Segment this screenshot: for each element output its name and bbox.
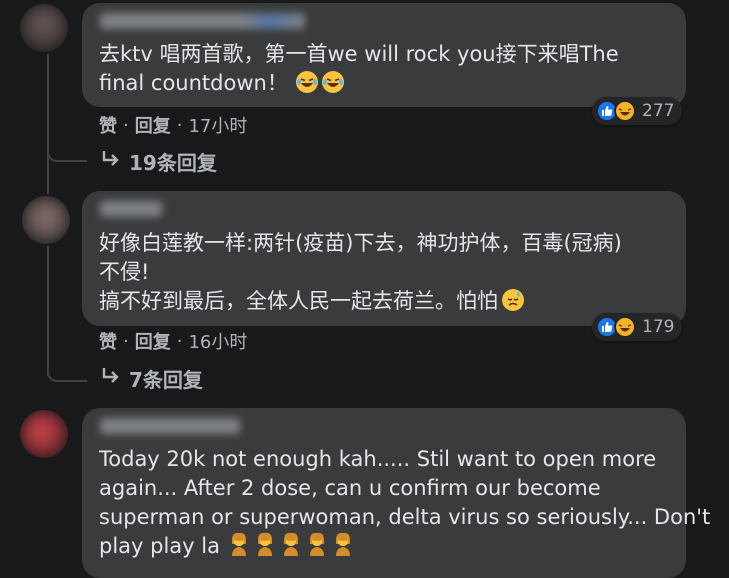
reaction-count: 179 (642, 317, 675, 337)
comment-text: 去ktv 唱两首歌，第一首we will rock you接下来唱The fin… (99, 42, 619, 95)
separator-dot: · (176, 330, 183, 352)
avatar[interactable] (20, 4, 68, 52)
laughing-crying-emoji-icon (321, 71, 344, 93)
sweat-face-emoji-icon (502, 289, 524, 311)
facepalm-woman-emoji-icon (228, 532, 250, 556)
comment-actions: 赞 · 回复 · 16小时 (99, 328, 247, 354)
reaction-summary[interactable]: 179 (592, 313, 683, 341)
comment-bubble: 好像白莲教一样:两针(疫苗)下去，神功护体，百毒(冠病) 不侵! 搞不好到最后，… (82, 191, 686, 326)
like-button[interactable]: 赞 (99, 328, 117, 354)
avatar[interactable] (22, 196, 70, 244)
reaction-count: 277 (642, 101, 675, 121)
separator-dot: · (123, 114, 129, 136)
commenter-name-redacted[interactable] (100, 201, 162, 217)
reply-arrow-icon (101, 366, 121, 391)
separator-dot: · (123, 330, 129, 352)
thread-line (47, 54, 49, 194)
replies-count: 19条回复 (129, 151, 217, 175)
thread-branch (47, 140, 87, 162)
thread-branch (47, 360, 87, 382)
avatar[interactable] (20, 410, 68, 458)
commenter-name-redacted[interactable] (100, 418, 240, 434)
view-replies-button[interactable]: 19条回复 (101, 147, 217, 176)
timestamp[interactable]: 17小时 (188, 112, 247, 138)
commenter-name-redacted[interactable] (100, 13, 305, 29)
comment-bubble: 去ktv 唱两首歌，第一首we will rock you接下来唱The fin… (82, 3, 686, 107)
comment-text: Today 20k not enough kah..... Stil want … (99, 447, 711, 558)
facepalm-woman-emoji-icon (280, 532, 302, 556)
facepalm-woman-emoji-icon (254, 532, 276, 556)
comment-actions: 赞 · 回复 · 17小时 (99, 112, 247, 138)
thread-line (47, 246, 49, 376)
like-button[interactable]: 赞 (99, 112, 117, 138)
reply-button[interactable]: 回复 (135, 328, 171, 354)
comment-text: 好像白莲教一样:两针(疫苗)下去，神功护体，百毒(冠病) 不侵! 搞不好到最后，… (99, 231, 622, 313)
replies-count: 7条回复 (129, 368, 203, 392)
reply-button[interactable]: 回复 (135, 112, 171, 138)
separator-dot: · (176, 114, 183, 136)
facepalm-woman-emoji-icon (332, 532, 354, 556)
reply-arrow-icon (101, 149, 121, 174)
facepalm-woman-emoji-icon (306, 532, 328, 556)
haha-icon (614, 316, 636, 338)
laughing-crying-emoji-icon (295, 71, 318, 93)
comment-bubble: Today 20k not enough kah..... Stil want … (82, 408, 710, 578)
reaction-summary[interactable]: 277 (592, 97, 683, 125)
timestamp[interactable]: 16小时 (188, 328, 247, 354)
haha-icon (614, 100, 636, 122)
view-replies-button[interactable]: 7条回复 (101, 364, 203, 393)
